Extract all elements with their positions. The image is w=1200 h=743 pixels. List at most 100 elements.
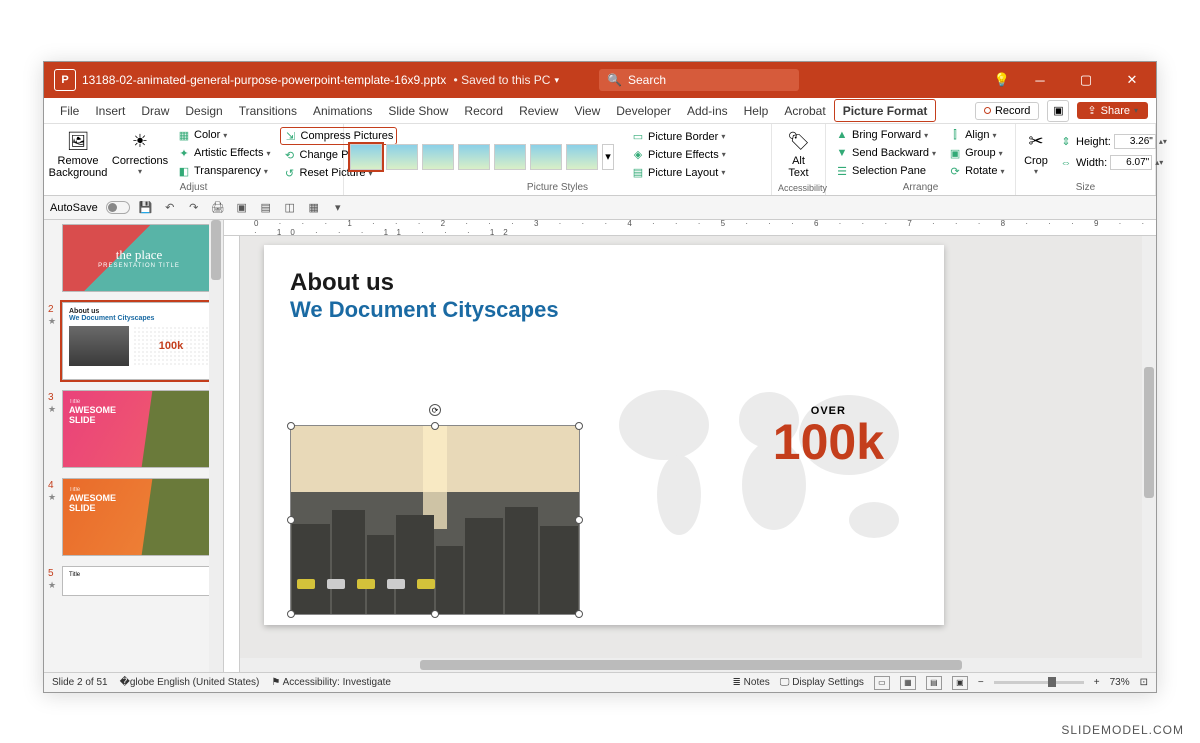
qat-icon-4[interactable]: ◫: [282, 200, 298, 216]
thumb-scroll-handle[interactable]: [211, 220, 221, 280]
share-button[interactable]: ⇪Share▾: [1077, 102, 1148, 119]
resize-handle[interactable]: [431, 422, 439, 430]
fit-to-window-button[interactable]: ⊡: [1140, 677, 1148, 688]
qat-icon-3[interactable]: ▤: [258, 200, 274, 216]
rotate-handle-icon[interactable]: ⟳: [429, 404, 441, 416]
zoom-in-button[interactable]: +: [1094, 677, 1100, 688]
picture-styles-gallery[interactable]: ▾: [350, 140, 614, 170]
thumb-slide-1[interactable]: the placePRESENTATION TITLE: [50, 224, 217, 292]
tab-picture-format[interactable]: Picture Format: [834, 99, 937, 122]
lightbulb-icon[interactable]: 💡: [994, 72, 1010, 88]
qat-icon-2[interactable]: ▣: [234, 200, 250, 216]
slide-counter[interactable]: Slide 2 of 51: [52, 677, 108, 688]
tab-addins[interactable]: Add-ins: [679, 98, 736, 124]
tab-acrobat[interactable]: Acrobat: [776, 98, 833, 124]
sorter-view-button[interactable]: ▦: [900, 676, 916, 690]
slide-title[interactable]: About us: [290, 269, 918, 297]
picture-layout-button[interactable]: ▤Picture Layout ▾: [628, 165, 729, 181]
style-thumb-4[interactable]: [458, 144, 490, 170]
notes-button[interactable]: ≣ Notes: [732, 677, 769, 688]
canvas-vertical-scrollbar[interactable]: [1142, 236, 1156, 672]
style-thumb-5[interactable]: [494, 144, 526, 170]
maximize-button[interactable]: ▢: [1070, 67, 1102, 93]
gallery-more-button[interactable]: ▾: [602, 144, 614, 170]
transparency-button[interactable]: ◧Transparency ▾: [174, 163, 274, 179]
zoom-slider-handle[interactable]: [1048, 677, 1056, 687]
tab-slide-show[interactable]: Slide Show: [380, 98, 456, 124]
scroll-handle[interactable]: [420, 660, 961, 670]
accessibility-status[interactable]: ⚑ Accessibility: Investigate: [271, 677, 391, 688]
corrections-button[interactable]: ☀Corrections▾: [112, 127, 168, 178]
close-button[interactable]: ✕: [1116, 67, 1148, 93]
send-backward-button[interactable]: ▼Send Backward ▾: [832, 145, 939, 161]
slide-thumbnail-panel[interactable]: the placePRESENTATION TITLE 2★ About usW…: [44, 220, 224, 672]
slideshow-view-button[interactable]: ▣: [952, 676, 968, 690]
resize-handle[interactable]: [431, 610, 439, 618]
redo-icon[interactable]: ↷: [186, 200, 202, 216]
zoom-level[interactable]: 73%: [1110, 677, 1130, 688]
selected-image[interactable]: ⟳: [290, 425, 580, 615]
style-thumb-2[interactable]: [386, 144, 418, 170]
tab-help[interactable]: Help: [736, 98, 777, 124]
stat-block[interactable]: OVER 100k: [773, 405, 884, 467]
style-thumb-7[interactable]: [566, 144, 598, 170]
present-button[interactable]: ▣: [1047, 100, 1069, 122]
tab-review[interactable]: Review: [511, 98, 566, 124]
remove-background-button[interactable]: 🖼Remove Background: [50, 127, 106, 181]
width-input[interactable]: [1110, 155, 1152, 170]
resize-handle[interactable]: [287, 516, 295, 524]
normal-view-button[interactable]: ▭: [874, 676, 890, 690]
resize-handle[interactable]: [287, 610, 295, 618]
zoom-out-button[interactable]: −: [978, 677, 984, 688]
minimize-button[interactable]: ─: [1024, 67, 1056, 93]
tab-design[interactable]: Design: [177, 98, 230, 124]
group-button[interactable]: ▣Group ▾: [945, 145, 1007, 161]
thumb-scrollbar[interactable]: [209, 220, 223, 672]
slide-canvas[interactable]: 0 · · · 1 · · · 2 · · · 3 · · · 4 · · · …: [224, 220, 1156, 672]
save-status[interactable]: • Saved to this PC: [450, 73, 550, 87]
save-icon[interactable]: 💾: [138, 200, 154, 216]
tab-file[interactable]: File: [52, 98, 87, 124]
height-field[interactable]: ⇕Height: ▴▾: [1056, 133, 1170, 150]
selection-pane-button[interactable]: ☰Selection Pane: [832, 163, 939, 179]
search-input[interactable]: [628, 73, 791, 87]
search-box[interactable]: 🔍: [599, 69, 799, 91]
picture-effects-button[interactable]: ◈Picture Effects ▾: [628, 147, 729, 163]
slide-content[interactable]: About us We Document Cityscapes OVER 100…: [264, 245, 944, 625]
tab-view[interactable]: View: [566, 98, 608, 124]
resize-handle[interactable]: [575, 516, 583, 524]
scroll-handle[interactable]: [1144, 367, 1154, 498]
reading-view-button[interactable]: ▤: [926, 676, 942, 690]
thumb-slide-5[interactable]: 5★ Title: [50, 566, 217, 596]
thumb-slide-2[interactable]: 2★ About usWe Document Cityscapes100k: [50, 302, 217, 380]
language-indicator[interactable]: �globe English (United States): [120, 677, 260, 688]
record-button[interactable]: Record: [975, 102, 1039, 120]
qat-more-icon[interactable]: ▾: [330, 200, 346, 216]
qat-icon-1[interactable]: 🖨: [210, 200, 226, 216]
rotate-button[interactable]: ⟳Rotate ▾: [945, 163, 1007, 179]
autosave-toggle[interactable]: [106, 201, 130, 214]
thumb-slide-3[interactable]: 3★ TitleAWESOME SLIDE: [50, 390, 217, 468]
height-input[interactable]: [1114, 134, 1156, 149]
zoom-slider[interactable]: [994, 681, 1084, 684]
style-thumb-1[interactable]: [350, 144, 382, 170]
picture-border-button[interactable]: ▭Picture Border ▾: [628, 129, 729, 145]
canvas-horizontal-scrollbar[interactable]: [240, 658, 1142, 672]
document-filename[interactable]: 13188-02-animated-general-purpose-powerp…: [82, 73, 446, 87]
align-button[interactable]: ⫿Align ▾: [945, 127, 1007, 143]
artistic-effects-button[interactable]: ✦Artistic Effects ▾: [174, 145, 274, 161]
undo-icon[interactable]: ↶: [162, 200, 178, 216]
style-thumb-6[interactable]: [530, 144, 562, 170]
tab-animations[interactable]: Animations: [305, 98, 380, 124]
tab-draw[interactable]: Draw: [133, 98, 177, 124]
width-field[interactable]: ⇔Width: ▴▾: [1056, 154, 1170, 171]
slide-subtitle[interactable]: We Document Cityscapes: [290, 297, 918, 323]
tab-developer[interactable]: Developer: [608, 98, 679, 124]
crop-button[interactable]: ✂Crop▾: [1022, 127, 1050, 178]
resize-handle[interactable]: [575, 422, 583, 430]
alt-text-button[interactable]: 🏷Alt Text: [778, 127, 819, 181]
bring-forward-button[interactable]: ▲Bring Forward ▾: [832, 127, 939, 143]
display-settings-button[interactable]: 🖵 Display Settings: [780, 677, 864, 688]
tab-record[interactable]: Record: [456, 98, 511, 124]
style-thumb-3[interactable]: [422, 144, 454, 170]
